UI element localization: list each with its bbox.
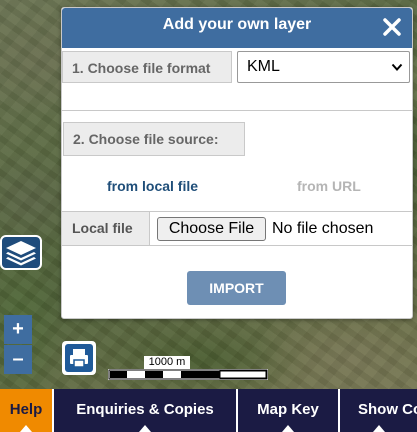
step2-label: 2. Choose file source: xyxy=(63,122,245,156)
zoom-out-button[interactable]: – xyxy=(4,345,32,374)
no-file-text: No file chosen xyxy=(272,220,374,237)
nav-enquiries-label: Enquiries & Copies xyxy=(76,401,214,418)
tab-pointer-icon xyxy=(372,425,385,432)
nav-map-key[interactable]: Map Key xyxy=(238,389,340,432)
local-file-label: Local file xyxy=(62,212,150,245)
file-format-value: KML xyxy=(247,58,280,75)
layers-icon xyxy=(6,241,36,266)
tab-pointer-icon xyxy=(20,425,32,432)
scale-bar xyxy=(108,369,268,380)
file-format-row: 1. Choose file format KML xyxy=(62,48,412,111)
file-format-select[interactable]: KML xyxy=(237,51,410,83)
import-button[interactable]: IMPORT xyxy=(187,271,286,305)
print-button[interactable] xyxy=(62,341,96,375)
step1-label: 1. Choose file format xyxy=(62,51,232,83)
tab-url[interactable]: from URL xyxy=(297,178,361,194)
close-icon xyxy=(383,18,401,36)
bottom-nav: Help Enquiries & Copies Map Key Show Co xyxy=(0,389,417,432)
chevron-down-icon xyxy=(391,63,403,71)
tab-pointer-icon xyxy=(282,425,294,432)
dialog-title: Add your own layer xyxy=(162,16,312,33)
scale-label: 1000 m xyxy=(144,356,190,369)
dialog-header: Add your own layer xyxy=(62,8,412,48)
close-button[interactable] xyxy=(380,14,404,40)
nav-help[interactable]: Help xyxy=(0,389,54,432)
nav-map-key-label: Map Key xyxy=(257,401,319,418)
tab-pointer-icon xyxy=(139,425,151,432)
tab-local-file[interactable]: from local file xyxy=(107,178,198,194)
add-layer-dialog: Add your own layer 1. Choose file format… xyxy=(61,7,413,319)
local-file-row: Local file Choose File No file chosen xyxy=(62,211,412,246)
nav-show[interactable]: Show Co xyxy=(340,389,417,432)
choose-file-button[interactable]: Choose File xyxy=(157,217,266,241)
print-button-face xyxy=(65,344,93,372)
layers-button[interactable] xyxy=(0,235,42,270)
print-icon xyxy=(70,349,88,368)
zoom-in-button[interactable]: + xyxy=(4,315,32,344)
nav-enquiries[interactable]: Enquiries & Copies xyxy=(54,389,238,432)
nav-show-label: Show Co xyxy=(358,401,417,418)
nav-help-label: Help xyxy=(9,401,43,418)
